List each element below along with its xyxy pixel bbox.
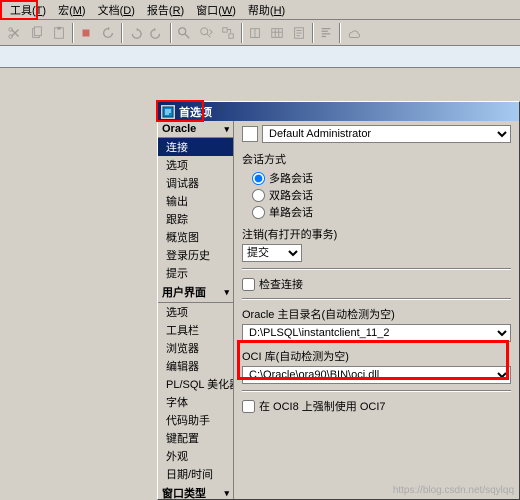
session-radio[interactable] bbox=[252, 172, 265, 185]
session-radio-label: 单路会话 bbox=[269, 204, 313, 220]
tb-doc-icon[interactable] bbox=[288, 22, 310, 44]
sidebar-item[interactable]: 概览图 bbox=[158, 228, 233, 246]
tb-find-next-icon[interactable] bbox=[195, 22, 217, 44]
toolbar-secondary bbox=[0, 46, 520, 68]
tb-paste-icon[interactable] bbox=[48, 22, 70, 44]
sidebar-item[interactable]: 选项 bbox=[158, 303, 233, 321]
menubar: 工具(T) 宏(M) 文档(D) 报告(R) 窗口(W) 帮助(H) bbox=[0, 0, 520, 20]
sidebar-item[interactable]: 输出 bbox=[158, 192, 233, 210]
menu-report[interactable]: 报告(R) bbox=[141, 0, 190, 20]
check-connection-checkbox[interactable] bbox=[242, 278, 255, 291]
profile-icon bbox=[242, 126, 258, 142]
tb-scissors-icon[interactable] bbox=[4, 22, 26, 44]
logout-select[interactable]: 提交 bbox=[242, 244, 302, 262]
tb-replace-icon[interactable] bbox=[217, 22, 239, 44]
tb-cloud-icon[interactable] bbox=[342, 22, 364, 44]
sidebar-item[interactable]: 提示 bbox=[158, 264, 233, 282]
session-mode-label: 会话方式 bbox=[242, 151, 511, 167]
title-bar[interactable]: 首选项 bbox=[158, 102, 519, 121]
tb-search-icon[interactable] bbox=[173, 22, 195, 44]
sidebar-item[interactable]: 浏览器 bbox=[158, 339, 233, 357]
menu-docs[interactable]: 文档(D) bbox=[92, 0, 141, 20]
sidebar-item[interactable]: 键配置 bbox=[158, 429, 233, 447]
menu-help[interactable]: 帮助(H) bbox=[242, 0, 291, 20]
sidebar-group-header[interactable]: 用户界面▾ bbox=[158, 282, 233, 303]
sidebar-item[interactable]: 连接 bbox=[158, 138, 233, 156]
watermark: https://blog.csdn.net/sqylqq bbox=[393, 485, 514, 496]
sidebar-group-header[interactable]: 窗口类型▾ bbox=[158, 483, 233, 499]
sidebar-item[interactable]: 工具栏 bbox=[158, 321, 233, 339]
force-oci7-label: 在 OCI8 上强制使用 OCI7 bbox=[259, 398, 386, 414]
sidebar-item[interactable]: 编辑器 bbox=[158, 357, 233, 375]
tb-copy-icon[interactable] bbox=[26, 22, 48, 44]
session-radio-label: 多路会话 bbox=[269, 170, 313, 186]
sidebar-item[interactable]: 调试器 bbox=[158, 174, 233, 192]
force-oci7-checkbox[interactable] bbox=[242, 400, 255, 413]
dialog-icon bbox=[161, 105, 175, 119]
session-radio[interactable] bbox=[252, 206, 265, 219]
oci-lib-label: OCI 库(自动检测为空) bbox=[242, 348, 511, 364]
toolbar bbox=[0, 20, 520, 46]
menu-tools[interactable]: 工具(T) bbox=[4, 0, 52, 20]
tb-table-icon[interactable] bbox=[266, 22, 288, 44]
session-radio-label: 双路会话 bbox=[269, 187, 313, 203]
sidebar: Oracle▾连接选项调试器输出跟踪概览图登录历史提示用户界面▾选项工具栏浏览器… bbox=[158, 121, 234, 499]
sidebar-item[interactable]: 字体 bbox=[158, 393, 233, 411]
sidebar-item[interactable]: 日期/时间 bbox=[158, 465, 233, 483]
menu-window[interactable]: 窗口(W) bbox=[190, 0, 242, 20]
preferences-dialog: 首选项 Oracle▾连接选项调试器输出跟踪概览图登录历史提示用户界面▾选项工具… bbox=[157, 101, 520, 500]
divider bbox=[242, 390, 511, 392]
content-panel: Default Administrator 会话方式 多路会话双路会话单路会话 … bbox=[234, 121, 519, 499]
tb-undo-icon[interactable] bbox=[124, 22, 146, 44]
tb-redo-icon[interactable] bbox=[146, 22, 168, 44]
sidebar-item[interactable]: 选项 bbox=[158, 156, 233, 174]
sidebar-item[interactable]: 外观 bbox=[158, 447, 233, 465]
session-radio[interactable] bbox=[252, 189, 265, 202]
menu-macro[interactable]: 宏(M) bbox=[52, 0, 92, 20]
divider bbox=[242, 298, 511, 300]
dialog-title: 首选项 bbox=[179, 104, 212, 120]
oci-lib-select[interactable]: C:\Oracle\ora90\BIN\oci.dll bbox=[242, 366, 511, 384]
sidebar-item[interactable]: 跟踪 bbox=[158, 210, 233, 228]
check-connection-label: 检查连接 bbox=[259, 276, 303, 292]
sidebar-item[interactable]: 登录历史 bbox=[158, 246, 233, 264]
profile-select[interactable]: Default Administrator bbox=[262, 125, 511, 143]
oracle-home-select[interactable]: D:\PLSQL\instantclient_11_2 bbox=[242, 324, 511, 342]
sidebar-group-header[interactable]: Oracle▾ bbox=[158, 121, 233, 138]
tb-stop-icon[interactable] bbox=[75, 22, 97, 44]
tb-beautify-icon[interactable] bbox=[315, 22, 337, 44]
sidebar-item[interactable]: PL/SQL 美化器 bbox=[158, 375, 233, 393]
oracle-home-label: Oracle 主目录名(自动检测为空) bbox=[242, 306, 511, 322]
divider bbox=[242, 268, 511, 270]
tb-book-icon[interactable] bbox=[244, 22, 266, 44]
tb-refresh-icon[interactable] bbox=[97, 22, 119, 44]
sidebar-item[interactable]: 代码助手 bbox=[158, 411, 233, 429]
logout-label: 注销(有打开的事务) bbox=[242, 226, 511, 242]
